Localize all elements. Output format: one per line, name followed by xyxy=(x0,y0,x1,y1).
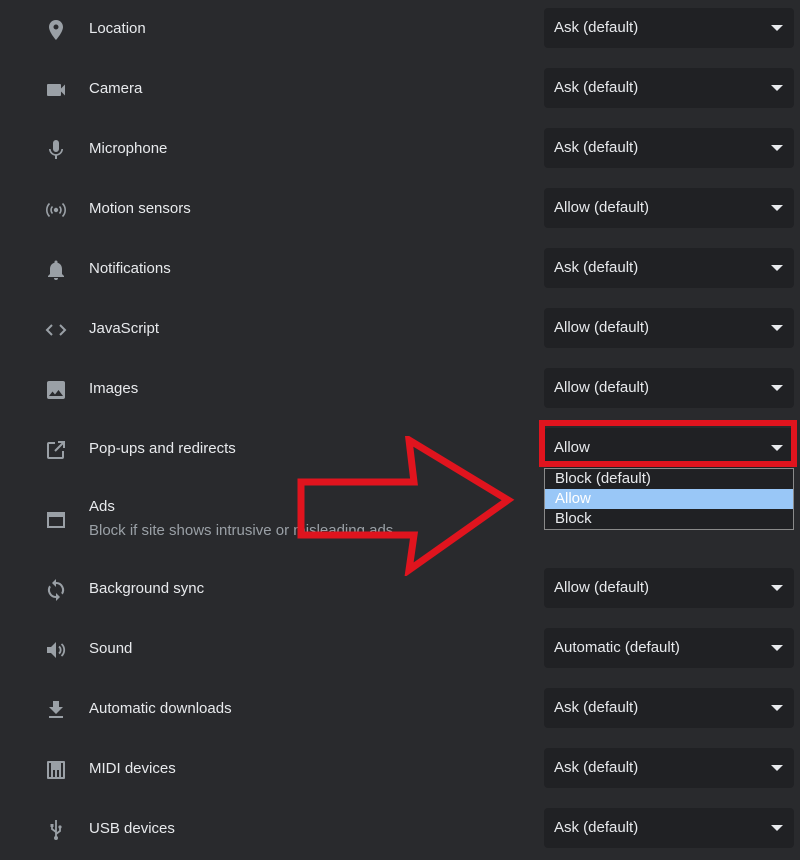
caret-down-icon xyxy=(771,385,783,391)
caret-down-icon xyxy=(771,25,783,31)
usb-icon xyxy=(44,818,68,842)
setting-row-sound: Sound Automatic (default) xyxy=(0,620,800,680)
popups-dropdown-list: Block (default) Allow Block xyxy=(544,468,794,530)
annotation-arrow xyxy=(297,436,515,576)
setting-label: Motion sensors xyxy=(89,200,191,217)
automatic-downloads-select[interactable]: Ask (default) xyxy=(544,688,794,728)
dropdown-option-allow[interactable]: Allow xyxy=(545,489,793,509)
select-value: Ask (default) xyxy=(554,139,639,156)
select-value: Allow (default) xyxy=(554,579,650,596)
setting-label: Automatic downloads xyxy=(89,700,232,717)
setting-row-microphone: Microphone Ask (default) xyxy=(0,120,800,180)
ads-window-icon xyxy=(44,508,68,532)
sync-icon xyxy=(44,578,68,602)
setting-label: Location xyxy=(89,20,146,37)
setting-row-javascript: JavaScript Allow (default) xyxy=(0,300,800,360)
download-icon xyxy=(44,698,68,722)
setting-row-motion-sensors: Motion sensors Allow (default) xyxy=(0,180,800,240)
caret-down-icon xyxy=(771,205,783,211)
background-sync-select[interactable]: Allow (default) xyxy=(544,568,794,608)
location-select[interactable]: Ask (default) xyxy=(544,8,794,48)
sound-select[interactable]: Automatic (default) xyxy=(544,628,794,668)
select-value: Ask (default) xyxy=(554,759,639,776)
select-value: Allow (default) xyxy=(554,199,650,216)
caret-down-icon xyxy=(771,85,783,91)
select-value: Allow (default) xyxy=(554,379,650,396)
setting-row-notifications: Notifications Ask (default) xyxy=(0,240,800,300)
caret-down-icon xyxy=(771,145,783,151)
caret-down-icon xyxy=(771,645,783,651)
image-icon xyxy=(44,378,68,402)
setting-label: Camera xyxy=(89,80,143,97)
annotation-highlight-box xyxy=(539,420,797,467)
setting-label: Notifications xyxy=(89,260,171,277)
javascript-select[interactable]: Allow (default) xyxy=(544,308,794,348)
setting-label: MIDI devices xyxy=(89,760,176,777)
setting-row-images: Images Allow (default) xyxy=(0,360,800,420)
setting-row-automatic-downloads: Automatic downloads Ask (default) xyxy=(0,680,800,740)
setting-label: Sound xyxy=(89,640,133,657)
caret-down-icon xyxy=(771,325,783,331)
midi-devices-select[interactable]: Ask (default) xyxy=(544,748,794,788)
usb-devices-select[interactable]: Ask (default) xyxy=(544,808,794,848)
caret-down-icon xyxy=(771,705,783,711)
setting-label: Images xyxy=(89,380,139,397)
notifications-select[interactable]: Ask (default) xyxy=(544,248,794,288)
code-icon xyxy=(44,318,68,342)
caret-down-icon xyxy=(771,765,783,771)
piano-icon xyxy=(44,758,68,782)
microphone-icon xyxy=(44,138,68,162)
motion-sensors-icon xyxy=(44,198,68,222)
setting-row-midi-devices: MIDI devices Ask (default) xyxy=(0,740,800,800)
select-value: Automatic (default) xyxy=(554,639,680,656)
motion-sensors-select[interactable]: Allow (default) xyxy=(544,188,794,228)
speaker-icon xyxy=(44,638,68,662)
open-in-new-icon xyxy=(44,438,68,462)
select-value: Ask (default) xyxy=(554,259,639,276)
bell-icon xyxy=(44,258,68,282)
setting-label: JavaScript xyxy=(89,320,160,337)
setting-row-location: Location Ask (default) xyxy=(0,0,800,60)
select-value: Ask (default) xyxy=(554,819,639,836)
location-pin-icon xyxy=(44,18,68,42)
dropdown-option-block-default[interactable]: Block (default) xyxy=(545,469,793,489)
camera-icon xyxy=(44,78,68,102)
select-value: Ask (default) xyxy=(554,19,639,36)
select-value: Ask (default) xyxy=(554,699,639,716)
caret-down-icon xyxy=(771,825,783,831)
setting-row-camera: Camera Ask (default) xyxy=(0,60,800,120)
caret-down-icon xyxy=(771,585,783,591)
images-select[interactable]: Allow (default) xyxy=(544,368,794,408)
dropdown-option-block[interactable]: Block xyxy=(545,509,793,529)
caret-down-icon xyxy=(771,265,783,271)
setting-label: Background sync xyxy=(89,580,205,597)
setting-row-usb-devices: USB devices Ask (default) xyxy=(0,800,800,860)
setting-label: Ads xyxy=(89,498,115,515)
setting-label: Microphone xyxy=(89,140,168,157)
setting-label: USB devices xyxy=(89,820,175,837)
microphone-select[interactable]: Ask (default) xyxy=(544,128,794,168)
select-value: Allow (default) xyxy=(554,319,650,336)
camera-select[interactable]: Ask (default) xyxy=(544,68,794,108)
setting-label: Pop-ups and redirects xyxy=(89,440,236,457)
select-value: Ask (default) xyxy=(554,79,639,96)
